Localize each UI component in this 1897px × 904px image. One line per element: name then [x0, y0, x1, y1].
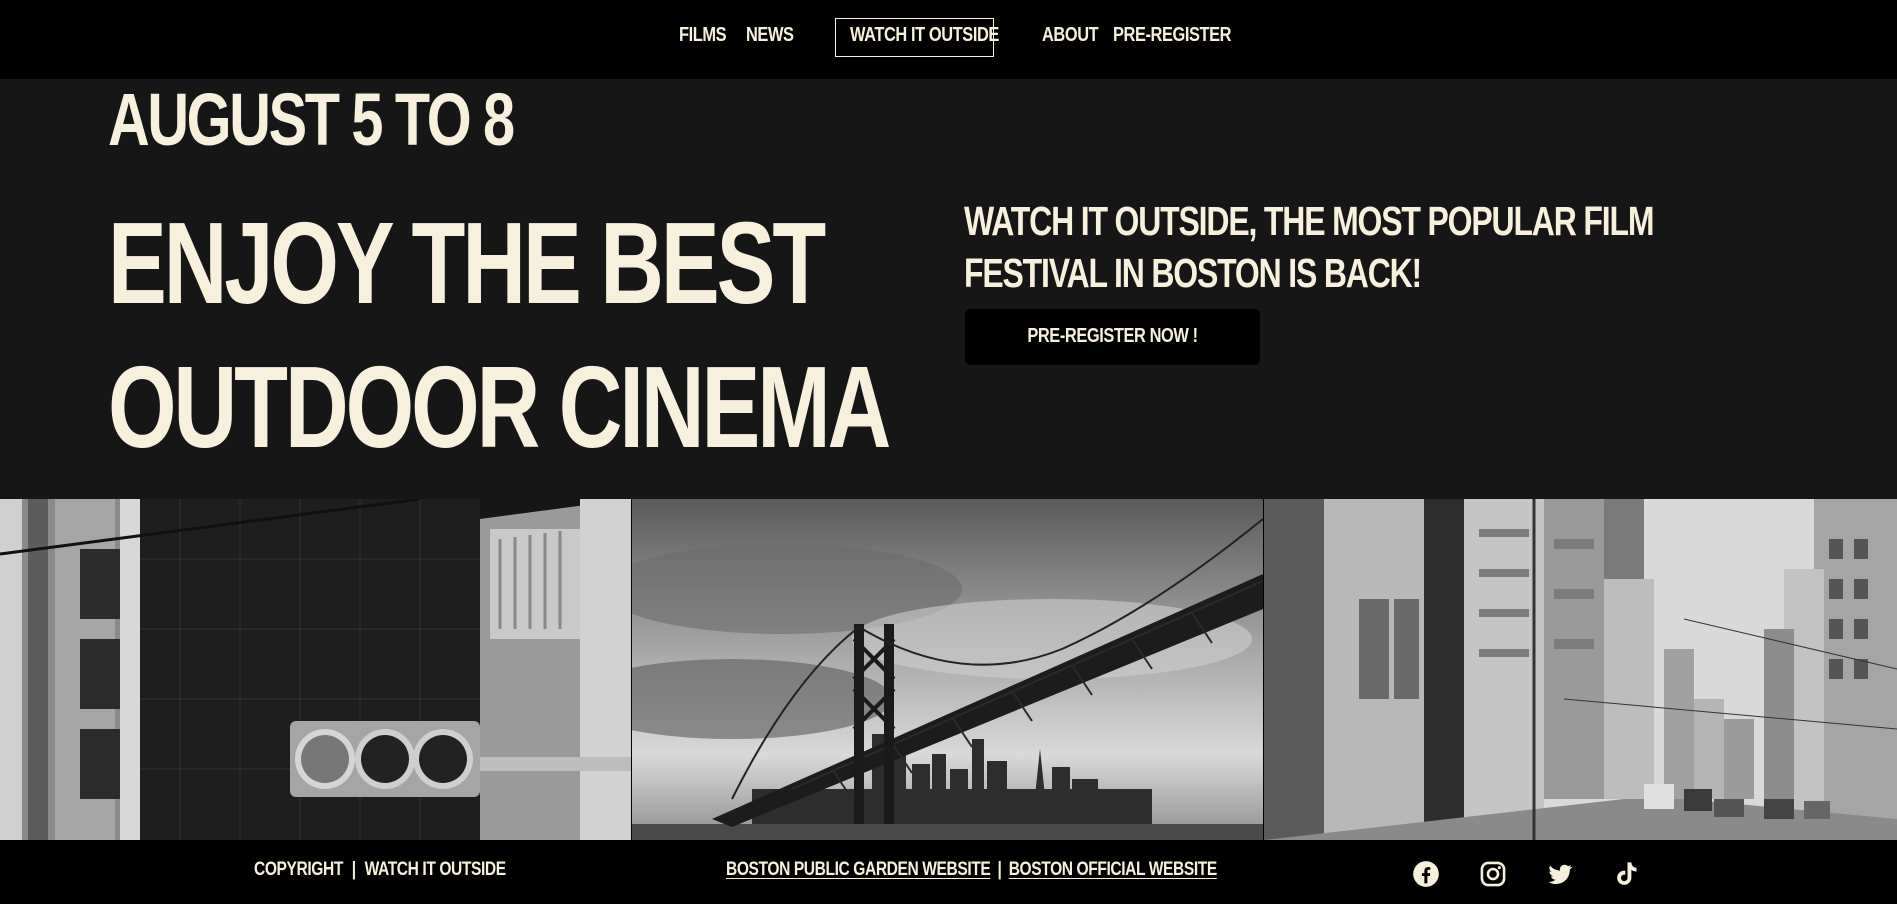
nav-about[interactable]: ABOUT — [1042, 24, 1099, 47]
boston-public-garden-link[interactable]: BOSTON PUBLIC GARDEN WEBSITE — [726, 859, 991, 880]
footer-copyright: COPYRIGHT | WATCH IT OUTSIDE — [254, 859, 506, 881]
nav-brand-button[interactable]: WATCH IT OUTSIDE — [835, 18, 999, 57]
footer: COPYRIGHT | WATCH IT OUTSIDE BOSTON PUBL… — [0, 840, 1897, 904]
gallery-image-bridge — [632, 499, 1263, 840]
tiktok-icon[interactable] — [1612, 860, 1640, 888]
footer-links-separator: | — [997, 859, 1002, 880]
copyright-text: COPYRIGHT — [254, 859, 343, 880]
nav-brand-label: WATCH IT OUTSIDE — [850, 24, 999, 46]
headline-line-1: ENJOY THE BEST — [108, 198, 826, 328]
nav-preregister[interactable]: PRE-REGISTER — [1113, 24, 1232, 47]
twitter-icon[interactable] — [1546, 860, 1574, 888]
event-dates: AUGUST 5 TO 8 — [108, 78, 515, 161]
hero-tagline: WATCH IT OUTSIDE, THE MOST POPULAR FILM … — [964, 198, 1654, 296]
hero-headline: ENJOY THE BEST OUTDOOR CINEMA — [108, 191, 891, 479]
photo-gallery — [0, 499, 1897, 840]
footer-links: BOSTON PUBLIC GARDEN WEBSITE | BOSTON OF… — [726, 859, 1217, 881]
copyright-separator: | — [351, 859, 356, 880]
preregister-now-button[interactable]: PRE-REGISTER NOW ! — [965, 309, 1260, 365]
headline-line-2: OUTDOOR CINEMA — [108, 342, 891, 472]
top-nav: FILMS NEWS WATCH IT OUTSIDE ABOUT PRE-RE… — [0, 0, 1897, 79]
boston-official-link[interactable]: BOSTON OFFICIAL WEBSITE — [1009, 859, 1218, 880]
footer-brand: WATCH IT OUTSIDE — [364, 859, 507, 880]
hero-section: AUGUST 5 TO 8 ENJOY THE BEST OUTDOOR CIN… — [0, 79, 1897, 499]
nav-films[interactable]: FILMS — [679, 24, 727, 47]
gallery-image-traffic-light — [0, 499, 631, 840]
facebook-icon[interactable] — [1412, 860, 1440, 888]
nav-news[interactable]: NEWS — [746, 24, 794, 47]
gallery-image-street — [1264, 499, 1897, 840]
instagram-icon[interactable] — [1479, 860, 1507, 888]
preregister-now-label: PRE-REGISTER NOW ! — [1027, 325, 1198, 347]
